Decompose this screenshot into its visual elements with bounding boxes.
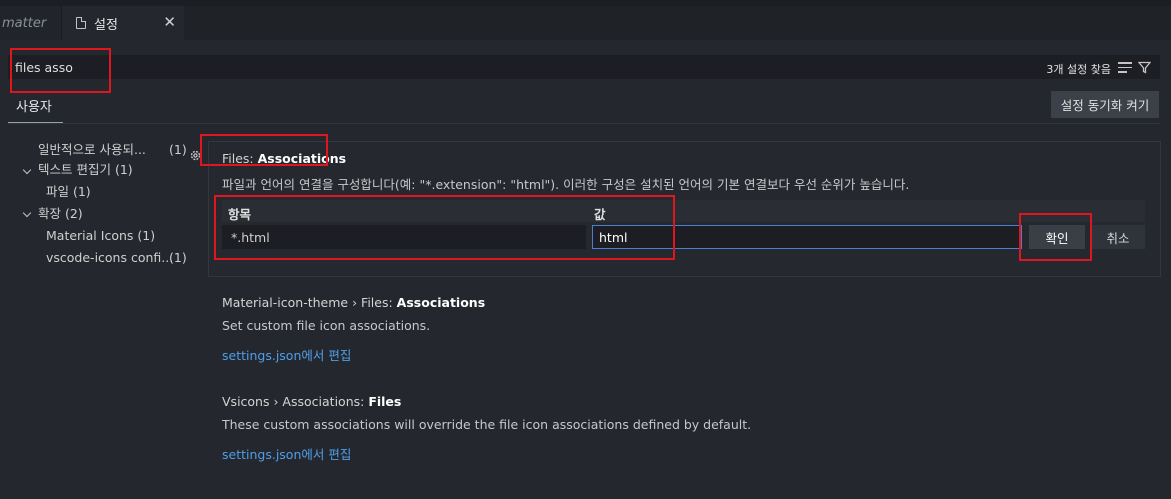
- toc-item-extensions[interactable]: 확장 (2): [38, 203, 83, 225]
- toc-label: vscode-icons confi...: [46, 250, 174, 265]
- toc-item-material-icons[interactable]: Material Icons (1): [46, 225, 155, 247]
- setting-description: These custom associations will override …: [222, 417, 752, 432]
- edit-in-settings-json-link[interactable]: settings.json에서 편집: [222, 444, 351, 463]
- cancel-button[interactable]: 취소: [1091, 225, 1145, 249]
- ok-button[interactable]: 확인: [1029, 225, 1085, 249]
- association-key-input[interactable]: [222, 225, 586, 249]
- table-header-row: [222, 200, 1145, 222]
- gear-icon[interactable]: [189, 149, 202, 162]
- toc-count: (1): [169, 250, 187, 265]
- toc-label: 확장 (2): [38, 206, 83, 221]
- close-icon[interactable]: ✕: [163, 14, 176, 30]
- settings-sync-button[interactable]: 설정 동기화 켜기: [1051, 91, 1159, 118]
- tab-label: 설정: [94, 17, 118, 33]
- toc-label: 텍스트 편집기 (1): [38, 162, 133, 177]
- column-header-value: 값: [594, 207, 606, 222]
- toc-item-commonly-used[interactable]: 일반적으로 사용되...: [38, 139, 146, 161]
- settings-search-bar: 3개 설정 찾음: [8, 55, 1160, 79]
- toc-count: (1): [169, 142, 187, 157]
- setting-description: 파일과 언어의 연결을 구성합니다(예: "*.extension": "htm…: [222, 177, 910, 192]
- setting-title: Material-icon-theme › Files: Association…: [222, 295, 486, 310]
- chevron-down-icon[interactable]: [22, 208, 32, 218]
- setting-title: Files: Associations: [222, 151, 347, 166]
- filter-icon[interactable]: [1138, 61, 1151, 74]
- chevron-down-icon[interactable]: [22, 165, 32, 175]
- toc-item-vscode-icons[interactable]: vscode-icons confi...: [46, 247, 173, 269]
- tab-user-scope[interactable]: 사용자: [8, 93, 63, 123]
- file-icon: [76, 17, 86, 29]
- setting-description: Set custom file icon associations.: [222, 318, 431, 333]
- clear-filter-icon[interactable]: [1118, 62, 1132, 74]
- toc-label: 일반적으로 사용되...: [38, 142, 146, 157]
- editor-tab-bar: matter 설정 ✕: [0, 6, 1171, 40]
- tab-label: matter: [2, 15, 47, 31]
- column-header-item: 항목: [228, 207, 252, 222]
- association-value-input[interactable]: [592, 225, 1022, 249]
- toc-item-files[interactable]: 파일 (1): [46, 181, 91, 203]
- result-count: 3개 설정 찾음: [1046, 63, 1111, 76]
- tab-matter[interactable]: matter: [0, 6, 62, 40]
- setting-title: Vsicons › Associations: Files: [222, 394, 402, 409]
- edit-in-settings-json-link[interactable]: settings.json에서 편집: [222, 345, 351, 364]
- tab-settings[interactable]: 설정 ✕: [62, 6, 184, 40]
- toc-label: Material Icons (1): [46, 228, 156, 243]
- toc-label: 파일 (1): [46, 184, 91, 199]
- divider: [8, 123, 1160, 124]
- search-input[interactable]: [15, 59, 615, 76]
- toc-item-text-editor[interactable]: 텍스트 편집기 (1): [38, 159, 133, 181]
